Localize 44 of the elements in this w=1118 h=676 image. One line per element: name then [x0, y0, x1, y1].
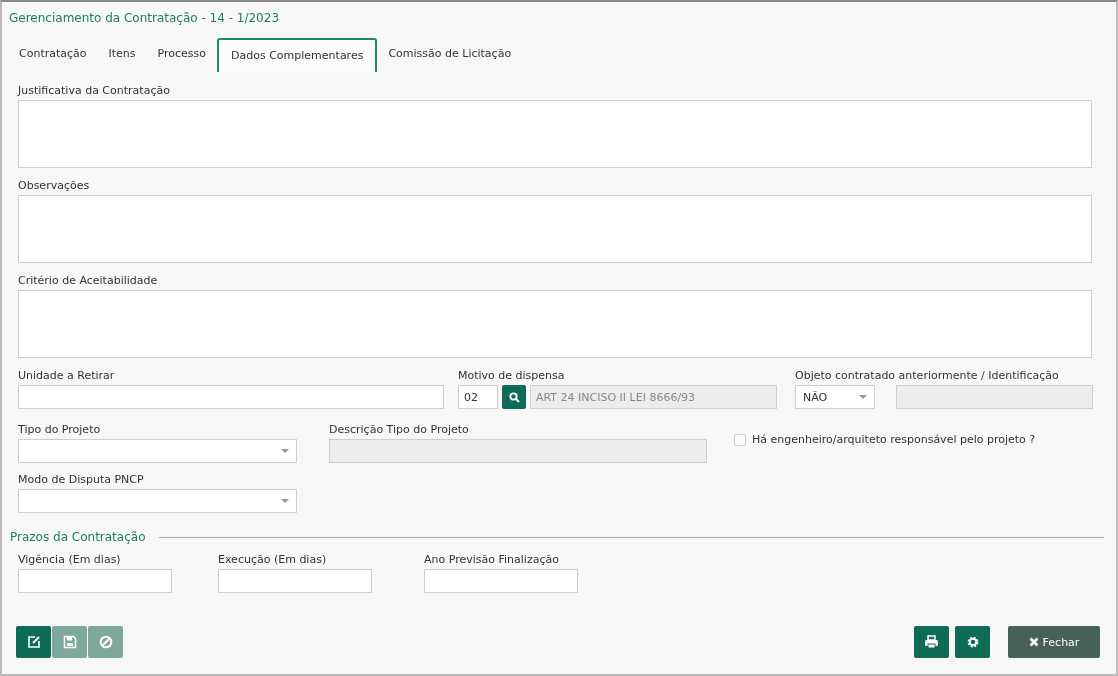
checkbox-label: Há engenheiro/arquiteto responsável pelo projeto ?	[752, 433, 1036, 446]
input-field[interactable]	[424, 569, 578, 593]
print-icon	[924, 635, 939, 649]
field-label: Descrição Tipo do Projeto	[329, 423, 470, 436]
search-icon	[508, 391, 520, 403]
select-field[interactable]	[18, 439, 297, 463]
text-area[interactable]	[18, 195, 1092, 263]
field-label: Ano Previsão Finalização	[424, 553, 560, 566]
field-label: Justificativa da Contratação	[18, 84, 171, 97]
input-field[interactable]	[218, 569, 372, 593]
print-button[interactable]	[914, 626, 949, 658]
tab[interactable]: Contratação	[8, 40, 98, 72]
field-label: Modo de Disputa PNCP	[18, 473, 145, 486]
tab[interactable]: Comissão de Licitação	[377, 40, 523, 72]
field-label: Execução (Em dias)	[218, 553, 328, 566]
select-field[interactable]: NÃO	[795, 385, 875, 409]
field-label: Unidade a Retirar	[18, 369, 116, 382]
field-label: Tipo do Projeto	[18, 423, 102, 436]
text-area[interactable]	[18, 100, 1092, 168]
settings-button[interactable]	[955, 626, 990, 658]
field-label: Observações	[18, 179, 91, 192]
tab[interactable]: Itens	[97, 40, 147, 72]
edit-icon	[26, 635, 41, 649]
input-field[interactable]	[18, 385, 444, 409]
tab[interactable]: Dados Complementares	[217, 38, 378, 72]
field-label: Vigência (Em dias)	[18, 553, 122, 566]
field-label: Critério de Aceitabilidade	[18, 274, 159, 287]
close-icon	[1028, 637, 1039, 647]
select-field[interactable]	[18, 489, 297, 513]
text-area[interactable]	[18, 290, 1092, 358]
ban-icon	[98, 635, 113, 649]
search-button[interactable]	[502, 385, 526, 409]
close-button[interactable]: Fechar	[1008, 626, 1100, 658]
tab[interactable]: Processo	[146, 40, 218, 72]
field-label: Objeto contratado anteriormente / Identificação	[795, 369, 1060, 382]
window-title: Gerenciamento da Contratação - 14 - 1/2023	[8, 10, 281, 27]
edit-button[interactable]	[16, 626, 51, 658]
checkbox[interactable]	[734, 433, 746, 446]
input-field[interactable]	[18, 569, 172, 593]
description-field: ART 24 INCISO II LEI 8666/93	[530, 385, 777, 409]
settings-icon	[965, 635, 980, 649]
section-title: Prazos da Contratação	[10, 530, 146, 544]
field-label: Motivo de dispensa	[458, 369, 566, 382]
code-input-field[interactable]: 02	[458, 385, 498, 409]
